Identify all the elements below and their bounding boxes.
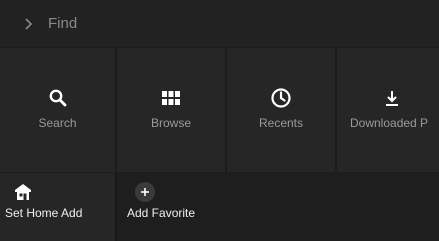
search-label: Search xyxy=(38,116,77,130)
add-favorite-button[interactable]: Add Favorite xyxy=(117,173,439,241)
header-title: Find xyxy=(48,15,78,32)
grid-icon xyxy=(159,86,183,110)
search-tile[interactable]: Search xyxy=(0,48,115,172)
search-icon xyxy=(46,86,70,110)
browse-label: Browse xyxy=(150,116,191,130)
set-home-address-button[interactable]: Set Home Add xyxy=(0,173,115,241)
download-icon xyxy=(380,86,404,110)
recents-label: Recents xyxy=(258,116,304,130)
chevron-right-icon[interactable] xyxy=(22,17,36,31)
set-home-label: Set Home Add xyxy=(5,206,83,220)
recents-tile[interactable]: Recents xyxy=(227,48,335,172)
add-favorite-label: Add Favorite xyxy=(127,206,196,220)
plus-icon xyxy=(135,182,155,202)
clock-icon xyxy=(269,86,293,110)
category-row: Search Browse Recents Downloaded P xyxy=(0,48,439,172)
browse-tile[interactable]: Browse xyxy=(117,48,225,172)
downloaded-tile[interactable]: Downloaded P xyxy=(337,48,439,172)
downloaded-label: Downloaded P xyxy=(350,116,429,130)
home-icon xyxy=(13,182,33,202)
find-screen: Find Search Browse Recents Downloaded P … xyxy=(0,0,439,241)
favorites-row: Set Home Add Add Favorite xyxy=(0,173,439,241)
find-header[interactable]: Find xyxy=(0,0,439,47)
